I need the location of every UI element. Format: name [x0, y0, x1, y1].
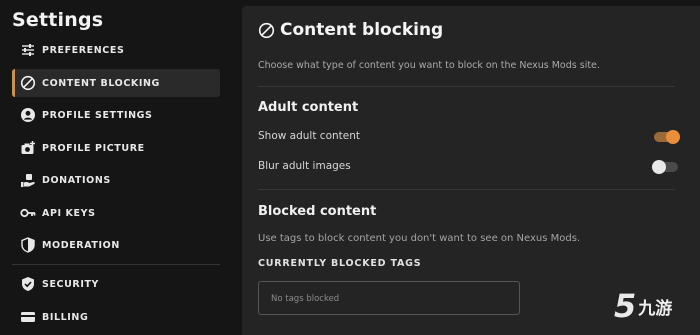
sidebar-item-label: BILLING — [42, 311, 89, 323]
sidebar-item-billing[interactable]: BILLING — [12, 303, 220, 331]
sidebar-item-api-keys[interactable]: API KEYS — [12, 199, 220, 227]
panel-header: Content blocking — [258, 20, 443, 40]
page-description: Choose what type of content you want to … — [258, 60, 600, 71]
blur-adult-images-toggle[interactable] — [652, 160, 678, 174]
blocked-tags-input[interactable]: No tags blocked — [258, 281, 520, 315]
watermark-logo-icon: 5 — [614, 287, 637, 325]
toggle-knob — [652, 160, 666, 174]
sidebar-item-moderation[interactable]: MODERATION — [12, 231, 220, 259]
blocked-content-helper: Use tags to block content you don't want… — [258, 233, 581, 244]
sidebar-item-label: PROFILE PICTURE — [42, 142, 145, 154]
sidebar-item-label: MODERATION — [42, 239, 120, 251]
sidebar-item-label: PREFERENCES — [42, 44, 125, 56]
blur-adult-images-label: Blur adult images — [258, 160, 351, 172]
card-icon — [20, 309, 36, 325]
site-watermark: 5 九游 — [614, 290, 672, 322]
toggle-knob — [666, 130, 680, 144]
show-adult-content-toggle[interactable] — [654, 130, 680, 144]
shield-check-icon — [20, 276, 36, 292]
content-blocking-panel: Content blocking Choose what type of con… — [242, 6, 700, 335]
page-title: Content blocking — [280, 20, 444, 40]
sidebar-item-profile-picture[interactable]: PROFILE PICTURE — [12, 134, 220, 162]
sliders-icon — [20, 42, 36, 58]
sidebar-divider — [12, 264, 220, 265]
sidebar-item-preferences[interactable]: PREFERENCES — [12, 36, 220, 64]
sidebar-item-label: SECURITY — [42, 278, 100, 290]
sidebar-item-donations[interactable]: DONATIONS — [12, 166, 220, 194]
blocked-tags-label: CURRENTLY BLOCKED TAGS — [258, 258, 422, 269]
sidebar-item-label: CONTENT BLOCKING — [42, 77, 160, 89]
shield-half-icon — [20, 237, 36, 253]
section-divider — [258, 86, 675, 87]
sidebar-item-profile-settings[interactable]: PROFILE SETTINGS — [12, 101, 220, 129]
settings-sidebar: Settings PREFERENCES CONTENT BLOCKING PR… — [0, 0, 228, 335]
blocked-tags-placeholder: No tags blocked — [271, 294, 340, 304]
block-icon — [20, 75, 36, 91]
camera-plus-icon — [20, 140, 36, 156]
sidebar-item-content-blocking[interactable]: CONTENT BLOCKING — [12, 69, 220, 97]
sidebar-item-label: PROFILE SETTINGS — [42, 109, 153, 121]
blocked-content-heading: Blocked content — [258, 204, 377, 219]
donation-hand-icon — [20, 172, 36, 188]
block-icon — [258, 22, 275, 38]
sidebar-item-label: API KEYS — [42, 207, 96, 219]
show-adult-content-label: Show adult content — [258, 130, 360, 142]
sidebar-title: Settings — [12, 9, 104, 31]
adult-content-heading: Adult content — [258, 100, 359, 115]
sidebar-item-security[interactable]: SECURITY — [12, 270, 220, 298]
watermark-text: 九游 — [638, 298, 673, 319]
sidebar-item-label: DONATIONS — [42, 174, 111, 186]
user-icon — [20, 107, 36, 123]
section-divider — [258, 189, 675, 190]
key-icon — [20, 205, 36, 221]
